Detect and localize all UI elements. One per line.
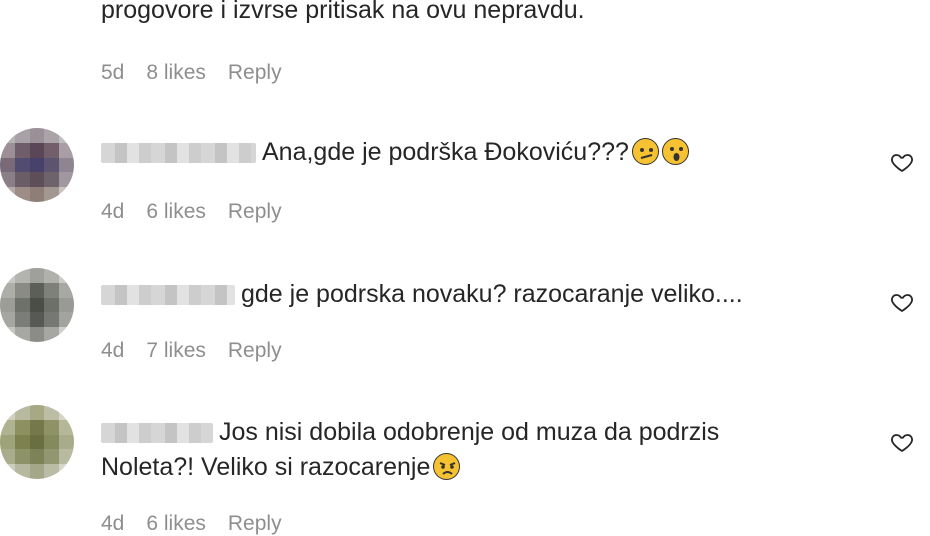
comment-body-line2: Noleta?! Veliko si razocarenje (101, 449, 461, 485)
comment-age: 4d (101, 200, 125, 223)
astonished-face-icon (661, 138, 689, 165)
comment-meta: 4d 7 likes Reply (101, 339, 304, 363)
username-blurred[interactable] (101, 423, 213, 444)
heart-outline-icon[interactable] (889, 290, 915, 314)
reply-button[interactable]: Reply (228, 512, 282, 535)
comment-body: gde je podrska novaku? razocaranje velik… (101, 276, 743, 312)
comment-likes[interactable]: 7 likes (146, 339, 206, 362)
avatar[interactable] (0, 128, 74, 202)
heart-outline-icon[interactable] (889, 150, 915, 174)
comment-age: 5d (101, 61, 125, 84)
comment-text-line2: Noleta?! Veliko si razocarenje (101, 453, 431, 481)
username-blurred[interactable] (101, 285, 235, 306)
comment-text: Ana,gde je podrška Đokoviću??? (262, 138, 629, 166)
comment-text: gde je podrska novaku? razocaranje velik… (241, 280, 743, 308)
avatar[interactable] (0, 405, 74, 479)
comment-text-line1: Jos nisi dobila odobrenje od muza da pod… (219, 418, 720, 446)
reply-button[interactable]: Reply (228, 200, 282, 223)
comment-age: 4d (101, 339, 125, 362)
comment-body: Jos nisi dobila odobrenje od muza da pod… (101, 414, 719, 450)
confused-face-icon (631, 138, 659, 165)
comment-age: 4d (101, 512, 125, 535)
heart-outline-icon[interactable] (889, 430, 915, 454)
angry-face-icon (433, 453, 461, 480)
comment-likes[interactable]: 6 likes (146, 200, 206, 223)
comment-meta: 4d 6 likes Reply (101, 512, 304, 536)
comment-body: Ana,gde je podrška Đokoviću??? (101, 134, 689, 170)
avatar[interactable] (0, 268, 74, 342)
reply-button[interactable]: Reply (228, 61, 282, 84)
comment-likes[interactable]: 8 likes (146, 61, 206, 84)
comment-likes[interactable]: 6 likes (146, 512, 206, 535)
username-blurred[interactable] (101, 143, 256, 164)
comment-text: progovore i izvrse pritisak na ovu nepra… (101, 0, 585, 24)
reply-button[interactable]: Reply (228, 339, 282, 362)
comment-meta: 5d 8 likes Reply (101, 61, 304, 85)
comment-meta: 4d 6 likes Reply (101, 200, 304, 224)
